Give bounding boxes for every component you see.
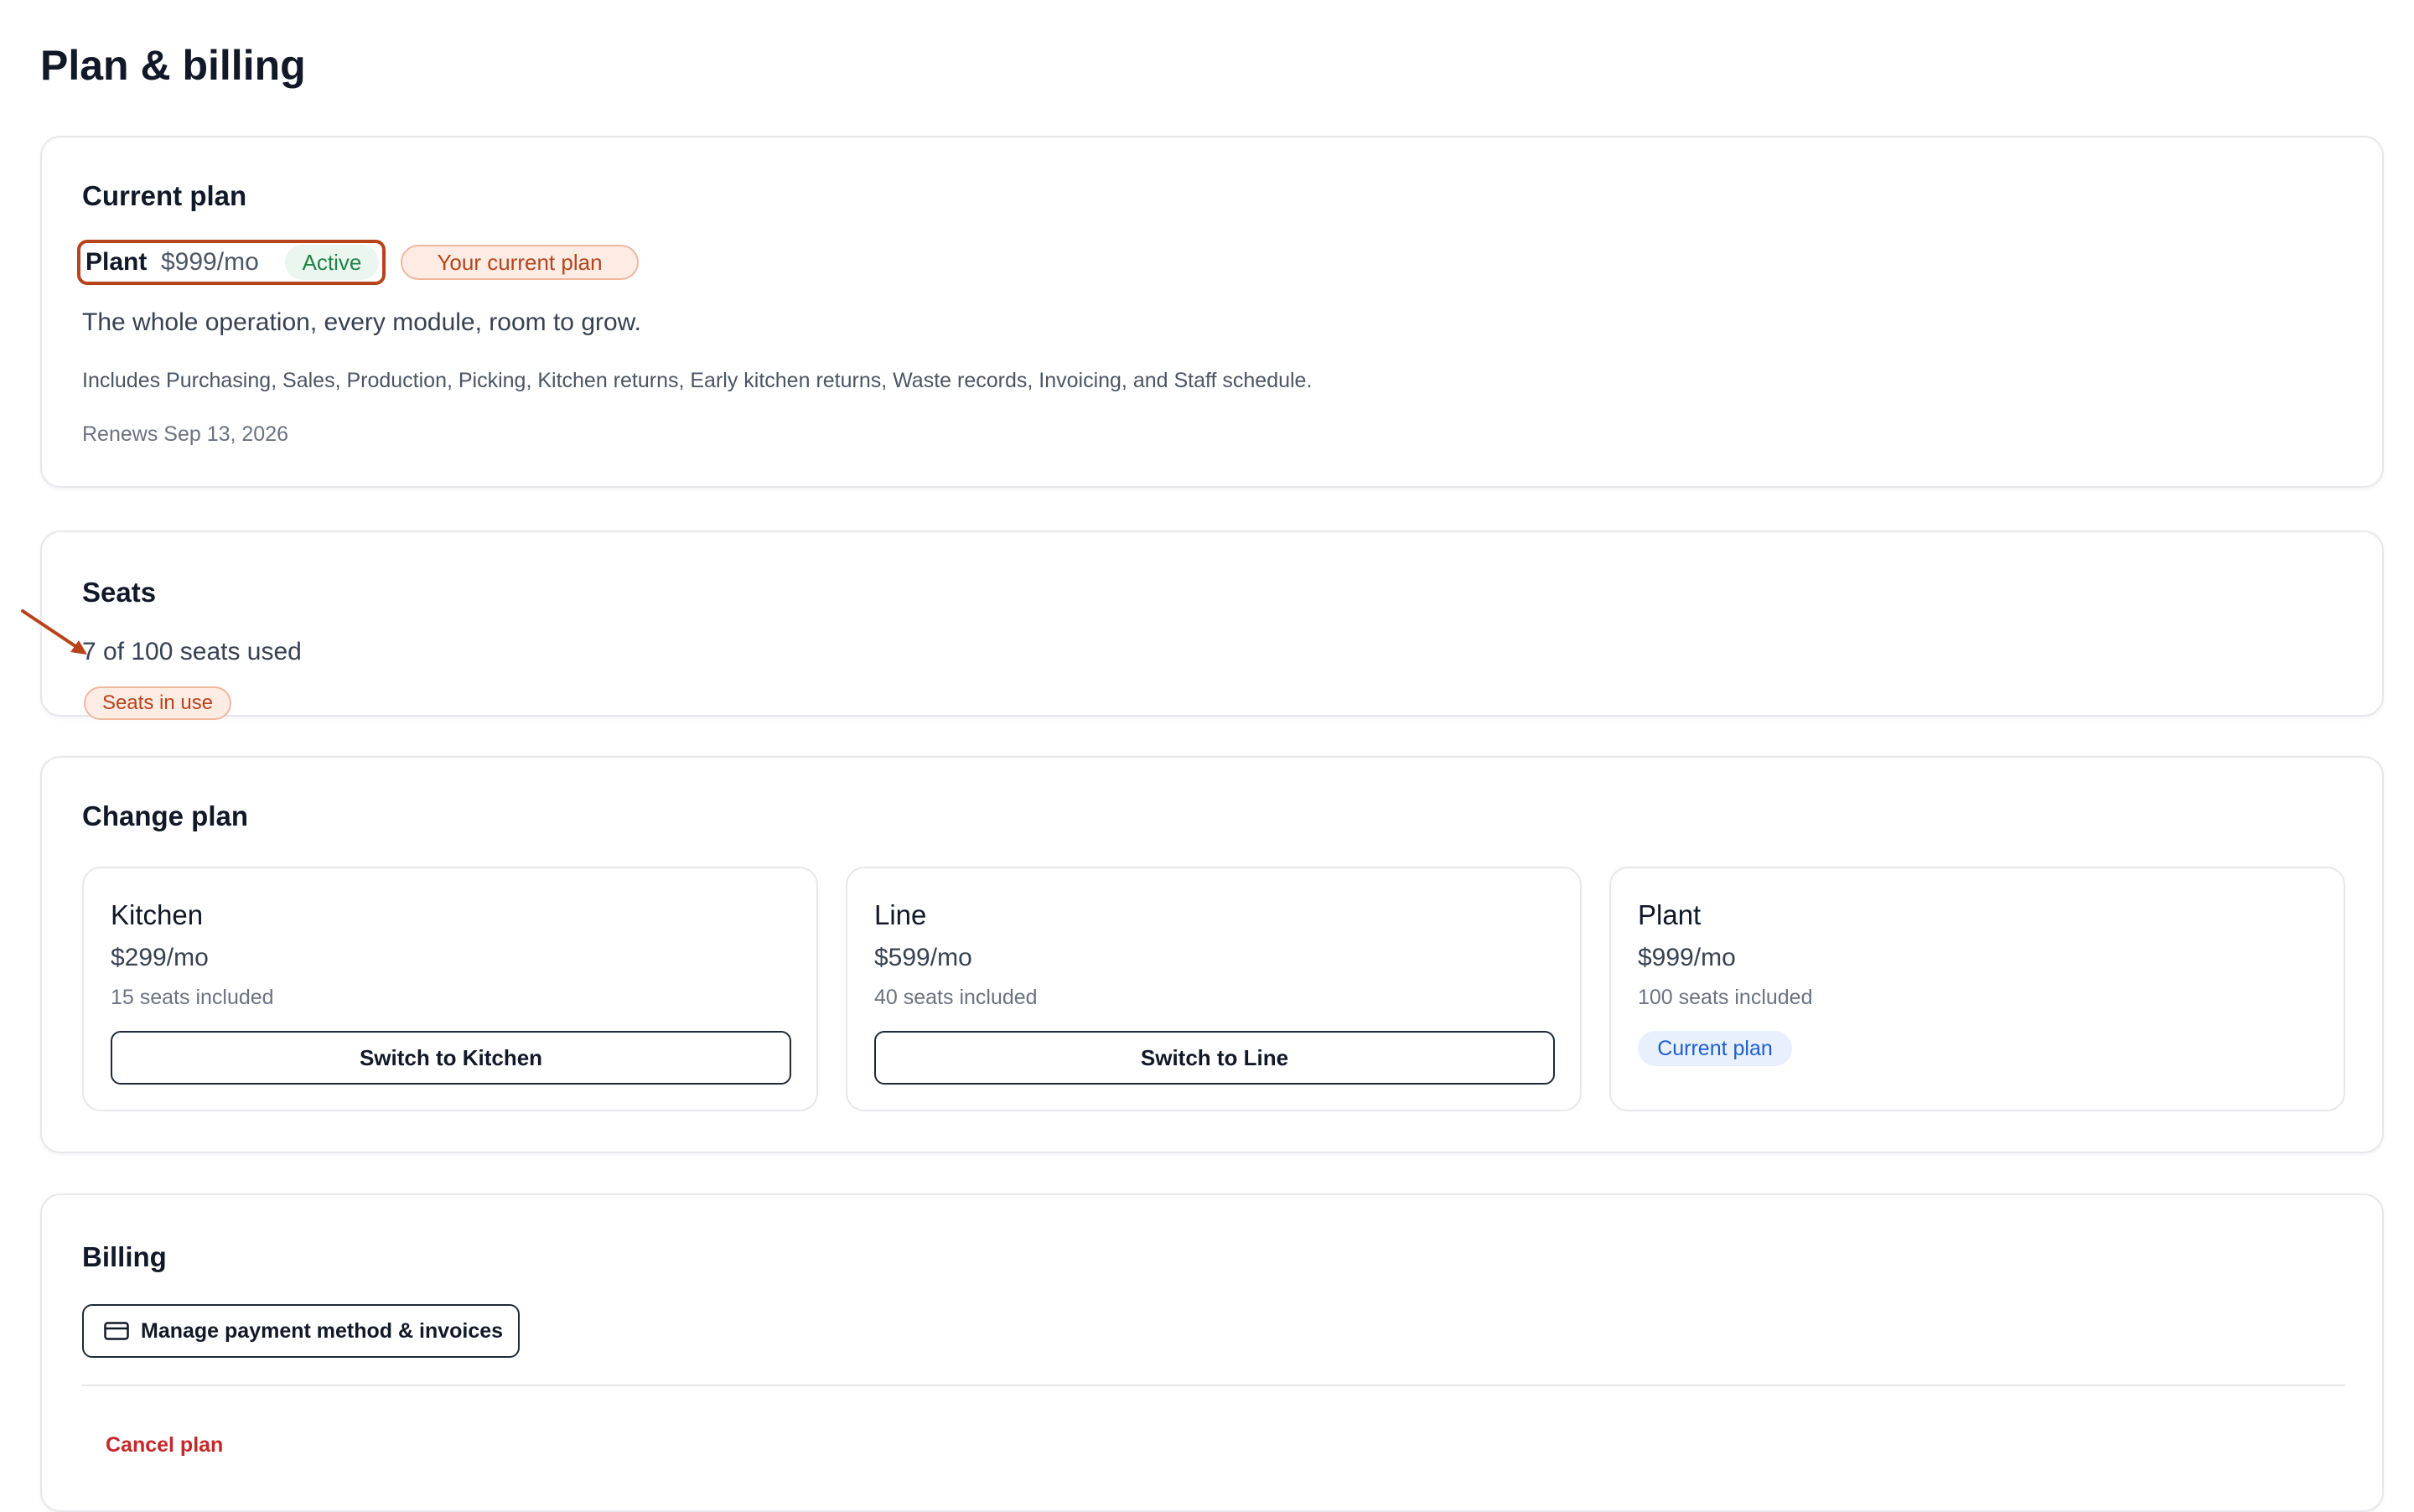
change-plan-heading: Change plan [82, 800, 249, 831]
plan-option-seats: 40 seats included [874, 986, 1038, 1009]
plan-option-name: Line [874, 899, 927, 930]
manage-payment-button[interactable]: Manage payment method & invoices [82, 1304, 520, 1358]
page-title: Plan & billing [40, 42, 306, 89]
credit-card-icon [104, 1322, 129, 1340]
current-plan-name: Plant [85, 248, 148, 276]
cancel-plan-button[interactable]: Cancel plan [106, 1432, 223, 1458]
manage-payment-label: Manage payment method & invoices [141, 1318, 504, 1343]
current-plan-heading: Current plan [82, 180, 247, 211]
renewal-date: Renews Sep 13, 2026 [82, 422, 289, 446]
status-badge: Active [285, 245, 379, 280]
plan-option-name: Plant [1638, 899, 1702, 930]
plan-option-seats: 15 seats included [111, 986, 274, 1009]
annotation-arrow-icon [21, 609, 87, 655]
plan-option-name: Kitchen [111, 899, 204, 930]
current-plan-badge: Current plan [1638, 1031, 1792, 1066]
plan-option-line: Line $599/mo 40 seats included Switch to… [846, 867, 1582, 1111]
current-plan-badge: Your current plan [401, 245, 639, 280]
current-plan-price: $999/mo [161, 248, 259, 276]
change-plan-card: Change plan Kitchen $299/mo 15 seats inc… [40, 756, 2384, 1153]
plan-includes: Includes Purchasing, Sales, Production, … [82, 369, 1313, 392]
plan-option-price: $299/mo [111, 944, 209, 971]
seats-used: 7 of 100 seats used [82, 638, 302, 665]
seats-badge: Seats in use [84, 686, 231, 720]
current-plan-card: Current plan Plant $999/mo Active Your c… [40, 136, 2384, 488]
switch-to-line-button[interactable]: Switch to Line [874, 1031, 1555, 1085]
billing-heading: Billing [82, 1241, 167, 1272]
plan-option-price: $999/mo [1638, 944, 1736, 971]
billing-card: Billing Manage payment method & invoices… [40, 1194, 2384, 1512]
seats-card: Seats 7 of 100 seats used Seats in use [40, 531, 2384, 720]
plan-option-seats: 100 seats included [1638, 986, 1813, 1009]
switch-to-kitchen-button[interactable]: Switch to Kitchen [111, 1031, 791, 1085]
plan-option-price: $599/mo [874, 944, 972, 971]
plan-option-kitchen: Kitchen $299/mo 15 seats included Switch… [82, 867, 818, 1111]
plan-description: The whole operation, every module, room … [82, 308, 642, 336]
plan-option-plant: Plant $999/mo 100 seats included Current… [1609, 867, 2345, 1111]
seats-heading: Seats [82, 577, 157, 608]
divider [82, 1385, 2345, 1386]
